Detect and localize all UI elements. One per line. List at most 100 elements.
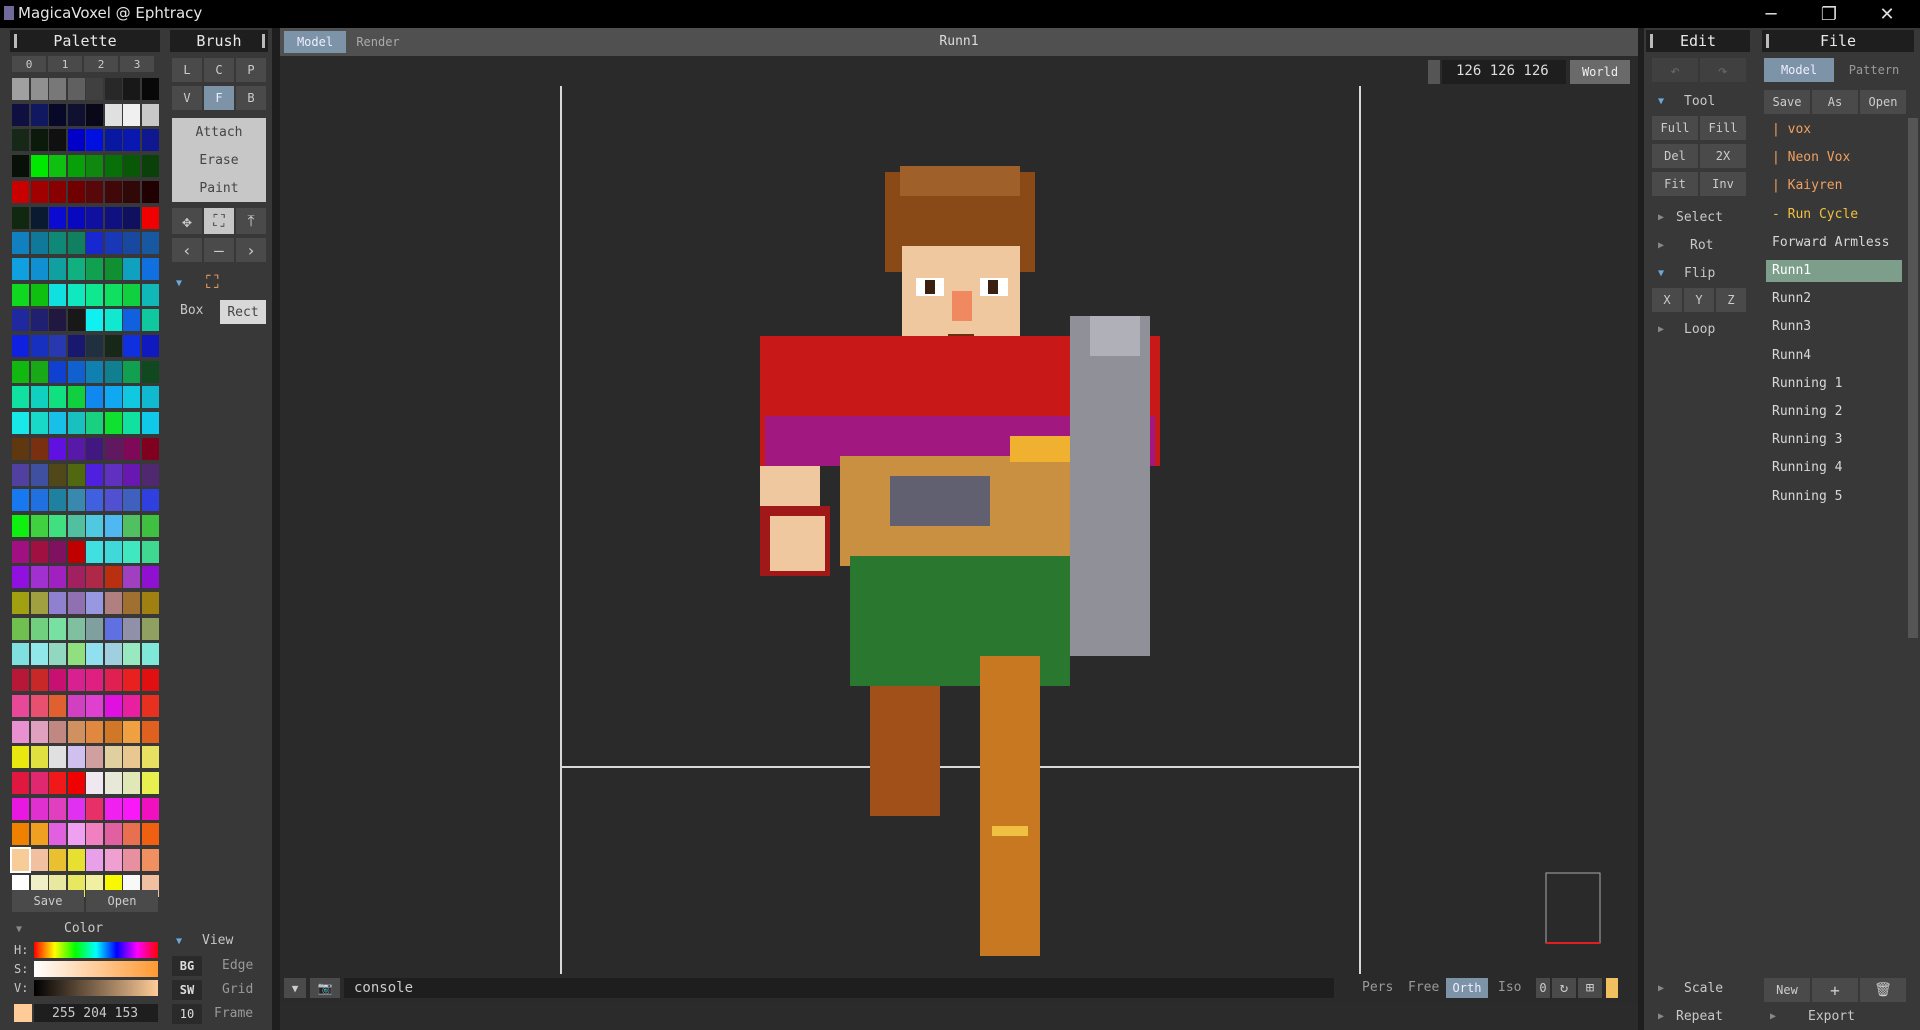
- palette-swatch[interactable]: [141, 206, 159, 229]
- invert-button[interactable]: Inv: [1700, 172, 1746, 196]
- palette-swatch[interactable]: [67, 386, 85, 409]
- palette-swatch[interactable]: [141, 412, 159, 435]
- undo-icon[interactable]: ↶: [1652, 58, 1698, 82]
- palette-swatch[interactable]: [67, 232, 85, 255]
- add-button[interactable]: +: [1812, 978, 1858, 1002]
- palette-swatch[interactable]: [67, 155, 85, 178]
- palette-swatch[interactable]: [67, 514, 85, 537]
- palette-swatch[interactable]: [123, 540, 140, 563]
- palette-swatch[interactable]: [123, 257, 140, 280]
- palette-swatch[interactable]: [123, 360, 140, 383]
- palette-swatch[interactable]: [141, 155, 159, 178]
- palette-swatch[interactable]: [49, 103, 66, 126]
- palette-swatch[interactable]: [67, 360, 85, 383]
- palette-save-button[interactable]: Save: [12, 890, 84, 912]
- shape-collapse-icon[interactable]: ▼: [176, 278, 182, 289]
- palette-swatch[interactable]: [141, 797, 159, 820]
- palette-swatch[interactable]: [104, 514, 122, 537]
- palette-swatch[interactable]: [67, 335, 85, 357]
- palette-swatch[interactable]: [30, 335, 48, 357]
- double-button[interactable]: 2X: [1700, 144, 1746, 168]
- palette-swatch[interactable]: [141, 309, 159, 332]
- palette-swatch[interactable]: [123, 437, 140, 460]
- palette-swatch[interactable]: [123, 489, 140, 512]
- palette-swatch[interactable]: [49, 643, 66, 666]
- palette-swatch[interactable]: [123, 78, 140, 100]
- palette-swatch[interactable]: [86, 335, 103, 357]
- palette-swatch[interactable]: [104, 180, 122, 203]
- redo-icon[interactable]: ↷: [1700, 58, 1746, 82]
- palette-swatch[interactable]: [86, 463, 103, 486]
- palette-swatch[interactable]: [123, 103, 140, 126]
- palette-swatch[interactable]: [12, 283, 29, 306]
- palette-swatch[interactable]: [12, 643, 29, 666]
- palette-swatch[interactable]: [104, 232, 122, 255]
- grid-view-icon[interactable]: ⊞: [1578, 978, 1602, 998]
- frame-number[interactable]: 10: [172, 1004, 202, 1024]
- palette-swatch[interactable]: [30, 720, 48, 743]
- palette-swatch[interactable]: [12, 797, 29, 820]
- palette-swatch[interactable]: [86, 360, 103, 383]
- camera-pers[interactable]: Pers: [1362, 980, 1393, 995]
- palette-swatch[interactable]: [30, 257, 48, 280]
- attach-button[interactable]: Attach: [172, 118, 266, 146]
- palette-swatch[interactable]: [12, 540, 29, 563]
- repeat-expand-icon[interactable]: ▶: [1658, 1011, 1664, 1022]
- palette-swatch[interactable]: [49, 309, 66, 332]
- model-list-item[interactable]: | Kaiyren: [1772, 178, 1842, 193]
- palette-swatch[interactable]: [123, 592, 140, 614]
- palette-swatch[interactable]: [49, 386, 66, 409]
- palette-swatch[interactable]: [86, 437, 103, 460]
- palette-swatch[interactable]: [67, 129, 85, 152]
- palette-swatch[interactable]: [67, 489, 85, 512]
- palette-swatch[interactable]: [123, 335, 140, 357]
- palette-swatch[interactable]: [30, 823, 48, 846]
- new-button[interactable]: New: [1764, 978, 1810, 1002]
- palette-swatch[interactable]: [30, 360, 48, 383]
- palette-swatch[interactable]: [86, 103, 103, 126]
- palette-swatch[interactable]: [30, 592, 48, 614]
- palette-swatch[interactable]: [67, 257, 85, 280]
- model-list-item[interactable]: | Neon Vox: [1772, 150, 1850, 165]
- view-collapse-icon[interactable]: ▼: [176, 936, 182, 947]
- palette-swatch[interactable]: [67, 180, 85, 203]
- palette-swatch[interactable]: [30, 694, 48, 717]
- file-list-scrollbar[interactable]: [1908, 118, 1918, 638]
- palette-swatch[interactable]: [12, 463, 29, 486]
- select-expand-icon[interactable]: ▶: [1658, 212, 1664, 223]
- palette-swatch[interactable]: [86, 849, 103, 871]
- palette-swatch[interactable]: [123, 669, 140, 692]
- palette-swatch[interactable]: [12, 566, 29, 589]
- palette-swatch[interactable]: [86, 309, 103, 332]
- fill-button[interactable]: Fill: [1700, 116, 1746, 140]
- palette-swatch[interactable]: [67, 437, 85, 460]
- select-section[interactable]: Select: [1676, 210, 1723, 225]
- palette-swatch[interactable]: [104, 771, 122, 794]
- palette-swatch[interactable]: [49, 669, 66, 692]
- palette-swatch[interactable]: [67, 694, 85, 717]
- minimize-button[interactable]: ─: [1748, 0, 1794, 28]
- palette-swatch[interactable]: [49, 360, 66, 383]
- palette-swatch[interactable]: [67, 566, 85, 589]
- palette-swatch[interactable]: [30, 78, 48, 100]
- file-tab-pattern[interactable]: Pattern: [1836, 58, 1912, 82]
- palette-tab[interactable]: 3: [120, 56, 154, 72]
- palette-swatch[interactable]: [86, 489, 103, 512]
- palette-swatch[interactable]: [86, 720, 103, 743]
- palette-swatch[interactable]: [12, 720, 29, 743]
- palette-swatch[interactable]: [104, 283, 122, 306]
- palette-swatch[interactable]: [104, 463, 122, 486]
- palette-swatch[interactable]: [49, 797, 66, 820]
- upload-icon[interactable]: ⤒: [236, 208, 266, 234]
- palette-swatch[interactable]: [12, 180, 29, 203]
- palette-swatch[interactable]: [123, 643, 140, 666]
- palette-swatch[interactable]: [30, 412, 48, 435]
- camera-free[interactable]: Free: [1408, 980, 1439, 995]
- palette-swatch[interactable]: [49, 720, 66, 743]
- palette-swatch[interactable]: [123, 720, 140, 743]
- palette-swatch[interactable]: [141, 463, 159, 486]
- palette-swatch[interactable]: [67, 78, 85, 100]
- brush-mode-b[interactable]: B: [236, 86, 266, 110]
- palette-swatch[interactable]: [67, 823, 85, 846]
- palette-swatch[interactable]: [123, 771, 140, 794]
